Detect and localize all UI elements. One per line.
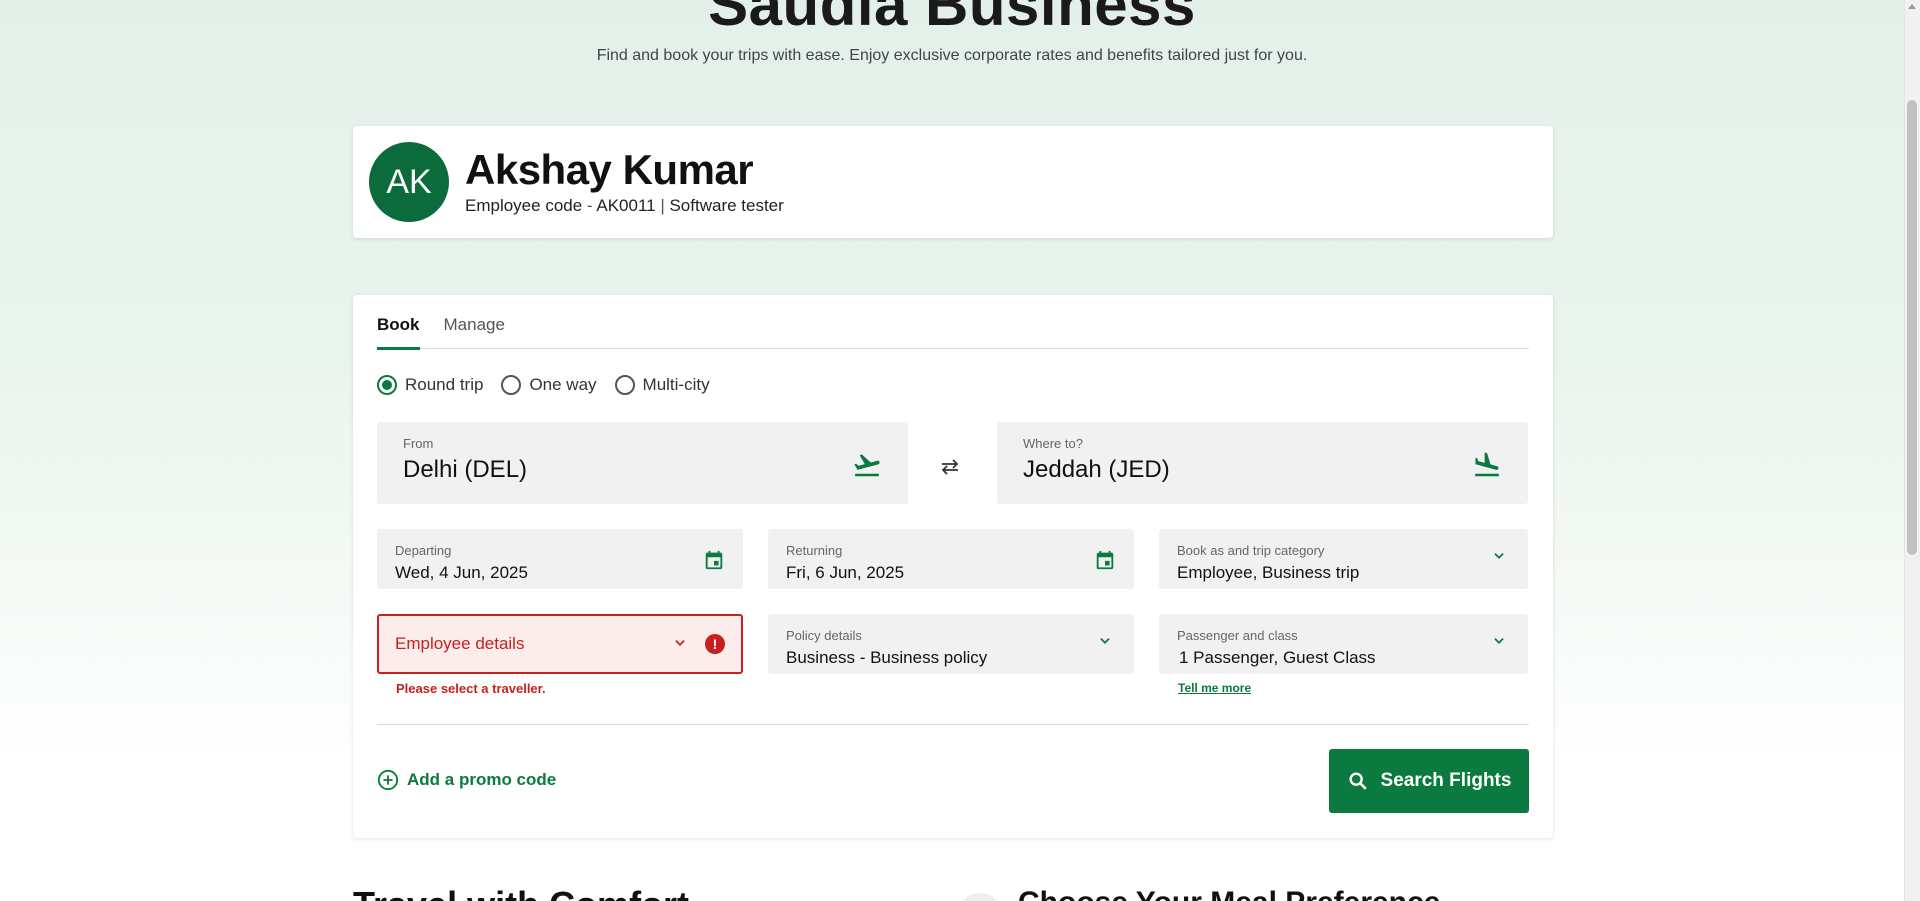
chevron-down-icon: [675, 640, 685, 646]
booking-card: Book Manage Round trip One way Multi-cit…: [353, 295, 1553, 838]
departing-date-field[interactable]: Departing Wed, 4 Jun, 2025: [377, 529, 743, 589]
trip-type-group: Round trip One way Multi-city: [377, 375, 710, 395]
to-field[interactable]: Where to? Jeddah (JED): [997, 422, 1528, 504]
page-title: Saudia Business: [0, 0, 1904, 30]
add-promo-code-button[interactable]: Add a promo code: [377, 769, 556, 791]
from-label: From: [403, 436, 434, 451]
tell-me-more-link[interactable]: Tell me more: [1178, 681, 1251, 695]
policy-value: Business - Business policy: [786, 648, 988, 667]
chevron-down-icon: [1100, 638, 1110, 644]
page-subtitle: Find and book your trips with ease. Enjo…: [596, 47, 1308, 64]
avatar: AK: [369, 142, 449, 222]
to-value: Jeddah (JED): [1023, 456, 1170, 483]
book-as-label: Book as and trip category: [1177, 543, 1325, 558]
search-flights-button[interactable]: Search Flights: [1329, 749, 1529, 813]
trip-type-round-trip[interactable]: Round trip: [377, 375, 483, 395]
employee-details-select[interactable]: Employee details !: [377, 614, 743, 674]
employee-role: Software tester: [669, 196, 784, 215]
scroll-up-arrow-icon[interactable]: [1908, 4, 1916, 9]
search-icon: [1349, 772, 1367, 790]
profile-meta: Employee code - AK0011 | Software tester: [465, 196, 784, 216]
trip-type-label: Multi-city: [642, 375, 710, 394]
to-label: Where to?: [1023, 436, 1083, 451]
profile-name: Akshay Kumar: [465, 146, 754, 193]
passenger-class-select[interactable]: Passenger and class 1 Passenger, Guest C…: [1159, 614, 1528, 674]
search-flights-label: Search Flights: [1380, 770, 1512, 791]
meal-icon: [958, 893, 1002, 901]
tab-book[interactable]: Book: [377, 313, 420, 350]
departing-label: Departing: [395, 543, 452, 558]
trip-type-multi-city[interactable]: Multi-city: [614, 375, 710, 395]
passenger-value: 1 Passenger, Guest Class: [1179, 648, 1376, 667]
plus-circle-icon: [377, 769, 399, 791]
employee-code-label: Employee code: [465, 196, 583, 215]
employee-details-placeholder: Employee details: [395, 634, 525, 653]
divider: [377, 724, 1529, 725]
meta-divider: |: [655, 196, 670, 215]
employee-code-separator: -: [582, 196, 597, 215]
returning-value: Fri, 6 Jun, 2025: [786, 563, 905, 582]
book-as-value: Employee, Business trip: [1177, 563, 1360, 582]
radio-unchecked-icon[interactable]: [614, 375, 635, 395]
promo-label: Add a promo code: [407, 770, 557, 789]
book-as-select[interactable]: Book as and trip category Employee, Busi…: [1159, 529, 1528, 589]
radio-checked-icon[interactable]: [377, 375, 397, 395]
chevron-down-icon: [1494, 638, 1504, 644]
section-heading-comfort: Travel with Comfort: [353, 885, 689, 901]
tab-manage[interactable]: Manage: [444, 313, 505, 349]
returning-date-field[interactable]: Returning Fri, 6 Jun, 2025: [768, 529, 1134, 589]
returning-label: Returning: [786, 543, 843, 558]
passenger-label: Passenger and class: [1177, 628, 1298, 643]
booking-tabs: Book Manage: [377, 313, 1529, 350]
section-heading-meal: Choose Your Meal Preference: [1018, 885, 1440, 901]
chevron-down-icon: [1494, 553, 1504, 559]
departing-value: Wed, 4 Jun, 2025: [395, 563, 528, 582]
calendar-icon: [1096, 550, 1114, 570]
trip-type-label: Round trip: [405, 375, 484, 394]
employee-error-message: Please select a traveller.: [396, 681, 546, 696]
plane-landing-icon: [1475, 452, 1499, 477]
calendar-icon: [705, 550, 723, 570]
scrollbar-thumb[interactable]: [1907, 100, 1917, 555]
page-scrollbar[interactable]: [1904, 0, 1920, 901]
trip-type-label: One way: [529, 375, 597, 394]
plane-takeoff-icon: [854, 454, 880, 477]
from-field[interactable]: From Delhi (DEL): [377, 422, 908, 504]
radio-unchecked-icon[interactable]: [501, 375, 522, 395]
swap-icon[interactable]: [938, 455, 962, 479]
trip-type-one-way[interactable]: One way: [501, 375, 597, 395]
error-icon: !: [705, 634, 725, 654]
policy-details-select[interactable]: Policy details Business - Business polic…: [768, 614, 1134, 674]
profile-card: AK Akshay Kumar Employee code - AK0011 |…: [353, 126, 1553, 238]
from-value: Delhi (DEL): [403, 456, 528, 483]
policy-label: Policy details: [786, 628, 862, 643]
employee-code: AK0011: [596, 196, 656, 215]
